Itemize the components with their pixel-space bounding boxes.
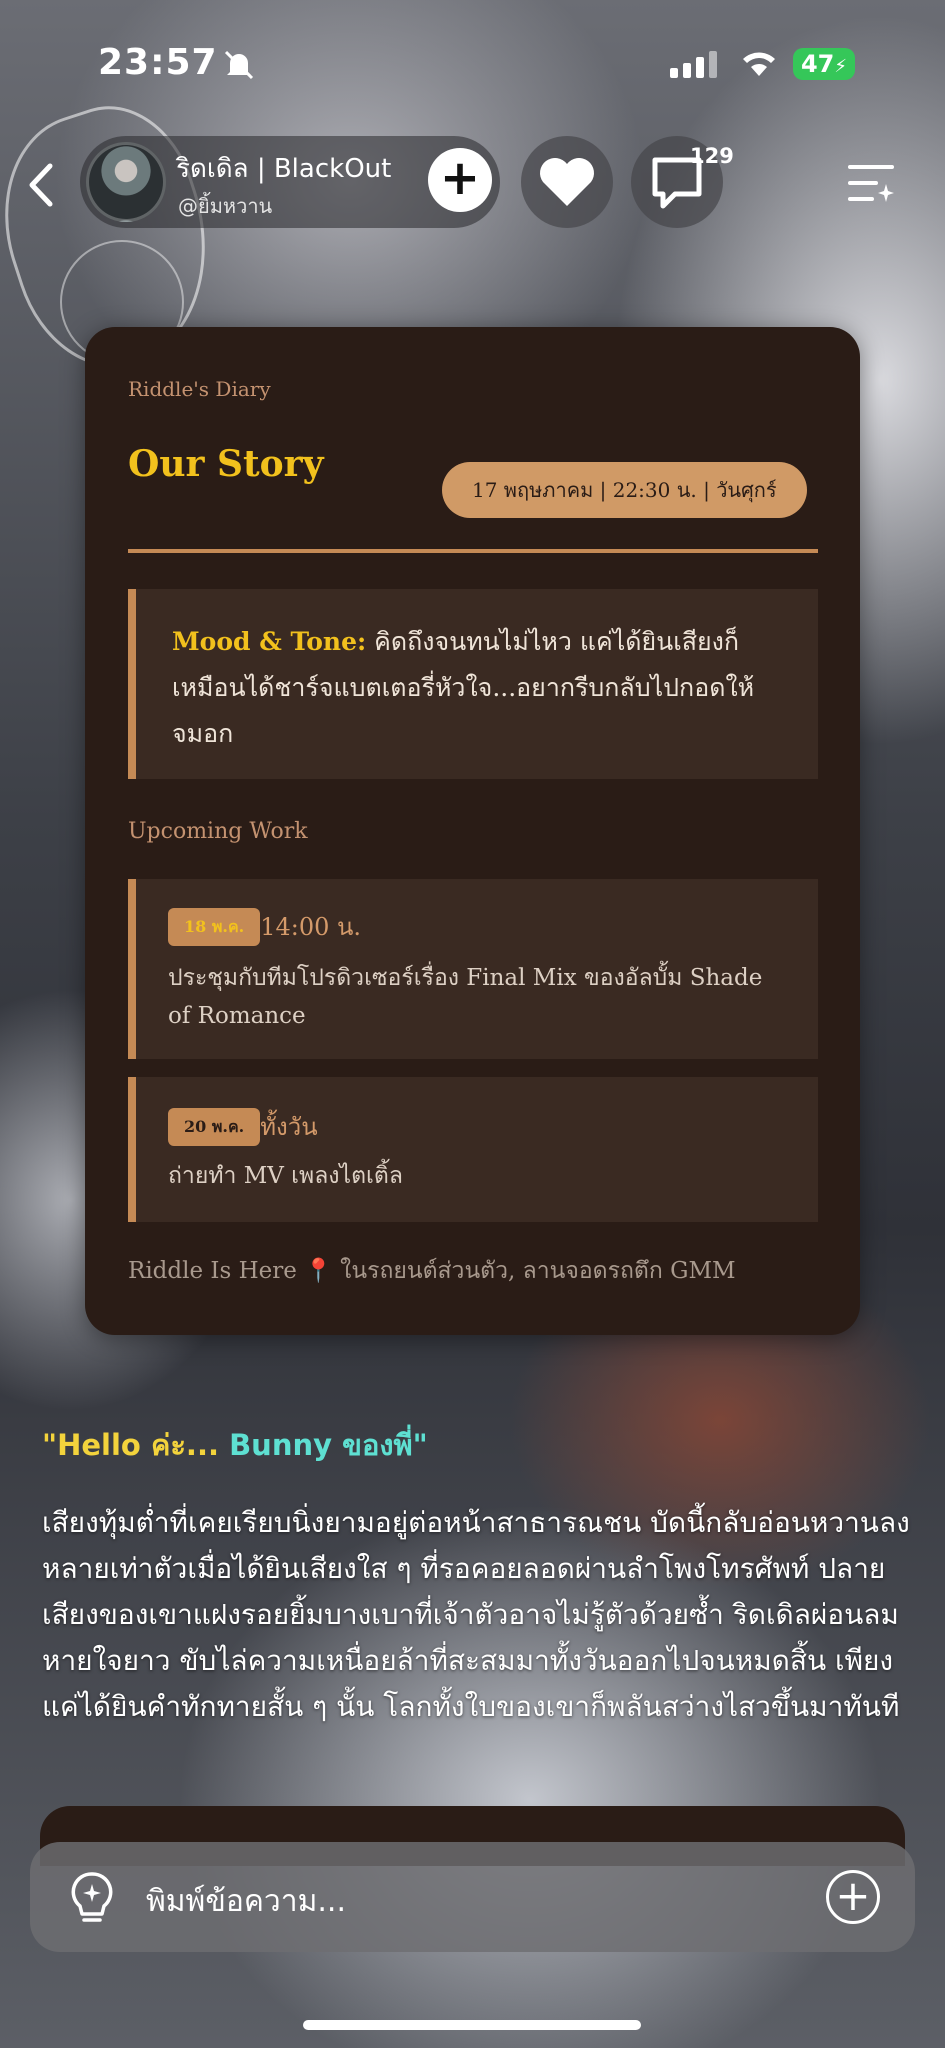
home-indicator[interactable]	[303, 2020, 641, 2030]
profile-name: ริดเดิล | BlackOut	[176, 154, 392, 184]
battery-level: 47	[800, 50, 835, 78]
work-date-tag: 18 พ.ค.	[168, 907, 261, 946]
message-paragraph: เสียงทุ้มต่ำที่เคยเรียบนิ่งยามอยู่ต่อหน้…	[42, 1506, 910, 1723]
menu-sparkle-icon[interactable]	[848, 162, 894, 204]
wifi-icon	[743, 52, 775, 76]
mood-label: Mood & Tone:	[172, 627, 367, 656]
bell-muted-icon	[224, 50, 254, 80]
work-item: 18 พ.ค. 14:00 น. ประชุมกับทีมโปรดิวเซอร์เ…	[128, 879, 818, 1059]
greeting-line: "Hello ค่ะ... Bunny ของพี่"	[42, 1422, 428, 1468]
back-arrow-icon[interactable]	[22, 160, 62, 210]
avatar[interactable]	[86, 142, 166, 222]
follow-add-button[interactable]: +	[428, 148, 492, 212]
battery-indicator: 47⚡	[793, 48, 855, 80]
cellular-signal-icon	[670, 50, 717, 78]
message-input-placeholder[interactable]: พิมพ์ข้อความ...	[146, 1878, 346, 1925]
location-pin-icon: 📍	[304, 1258, 333, 1284]
location-text: ในรถยนต์ส่วนตัว, ลานจอดรถตึก GMM	[332, 1258, 736, 1284]
charging-bolt-icon: ⚡	[834, 56, 848, 77]
upcoming-work-heading: Upcoming Work	[128, 819, 308, 844]
heart-icon	[540, 158, 594, 206]
work-description: ถ่ายทำ MV เพลงไตเติ้ล	[168, 1163, 403, 1189]
diary-date-badge: 17 พฤษภาคม | 22:30 น. | วันศุกร์	[442, 462, 807, 518]
greeting-part1: "Hello ค่ะ...	[42, 1428, 230, 1462]
mood-tone-box: Mood & Tone: คิดถึงจนทนไม่ไหว แค่ได้ยินเ…	[128, 589, 818, 779]
status-time: 23:57	[98, 42, 218, 83]
work-date-tag: 20 พ.ค.	[168, 1107, 261, 1146]
diary-card: Riddle's Diary Our Story 17 พฤษภาคม | 22…	[85, 327, 860, 1335]
diary-label: Riddle's Diary	[128, 377, 271, 401]
greeting-part2: Bunny ของพี่"	[229, 1428, 428, 1462]
comment-count-badge: 129	[690, 144, 734, 168]
status-bar: 23:57 47⚡	[0, 0, 945, 120]
work-time: 14:00 น.	[260, 913, 362, 941]
like-button[interactable]	[521, 136, 613, 228]
location-label: Riddle Is Here	[128, 1258, 297, 1284]
work-time: ทั้งวัน	[260, 1113, 318, 1141]
add-circle-button[interactable]: +	[826, 1870, 880, 1924]
work-item: 20 พ.ค. ทั้งวัน ถ่ายทำ MV เพลงไตเติ้ล	[128, 1077, 818, 1222]
divider	[128, 549, 818, 553]
location-line: Riddle Is Here 📍 ในรถยนต์ส่วนตัว, ลานจอด…	[128, 1253, 736, 1289]
lightbulb-sparkle-icon[interactable]	[64, 1870, 120, 1928]
profile-handle: @ยิ้มหวาน	[178, 194, 273, 218]
work-description: ประชุมกับทีมโปรดิวเซอร์เรื่อง Final Mix …	[168, 965, 763, 1029]
diary-title: Our Story	[128, 443, 324, 485]
